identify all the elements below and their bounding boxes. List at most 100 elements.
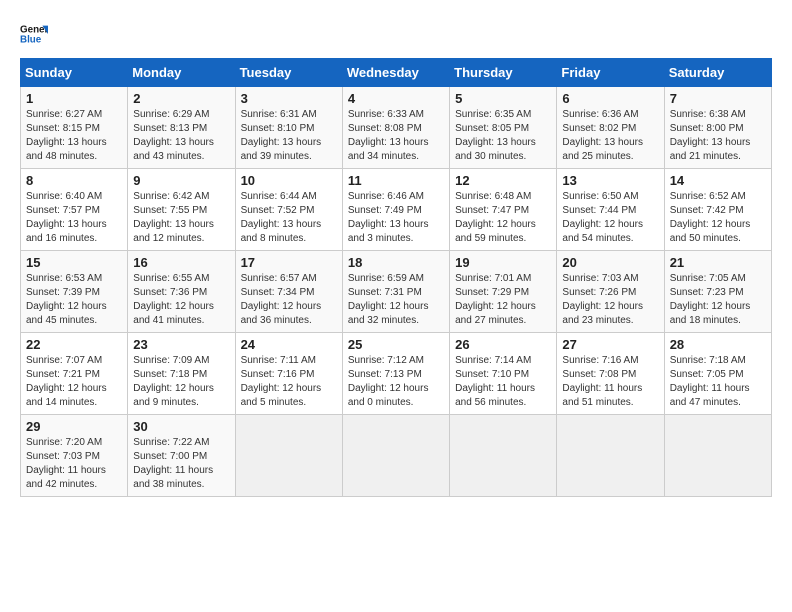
calendar-cell: 12 Sunrise: 6:48 AMSunset: 7:47 PMDayligh… (450, 169, 557, 251)
calendar-cell: 30 Sunrise: 7:22 AMSunset: 7:00 PMDayligh… (128, 415, 235, 497)
day-number: 14 (670, 173, 766, 188)
weekday-header-tuesday: Tuesday (235, 59, 342, 87)
calendar-cell: 24 Sunrise: 7:11 AMSunset: 7:16 PMDayligh… (235, 333, 342, 415)
day-info: Sunrise: 7:09 AMSunset: 7:18 PMDaylight:… (133, 354, 229, 410)
day-info: Sunrise: 6:52 AMSunset: 7:42 PMDaylight:… (670, 190, 766, 246)
logo: General Blue (20, 20, 52, 48)
day-info: Sunrise: 7:03 AMSunset: 7:26 PMDaylight:… (562, 272, 658, 328)
weekday-header-friday: Friday (557, 59, 664, 87)
calendar-cell: 22 Sunrise: 7:07 AMSunset: 7:21 PMDayligh… (21, 333, 128, 415)
day-info: Sunrise: 6:31 AMSunset: 8:10 PMDaylight:… (241, 108, 337, 164)
calendar-cell: 21 Sunrise: 7:05 AMSunset: 7:23 PMDayligh… (664, 251, 771, 333)
calendar-cell (342, 415, 449, 497)
calendar-week-3: 15 Sunrise: 6:53 AMSunset: 7:39 PMDayligh… (21, 251, 772, 333)
day-info: Sunrise: 6:55 AMSunset: 7:36 PMDaylight:… (133, 272, 229, 328)
day-info: Sunrise: 7:12 AMSunset: 7:13 PMDaylight:… (348, 354, 444, 410)
svg-text:Blue: Blue (20, 34, 42, 45)
day-info: Sunrise: 7:20 AMSunset: 7:03 PMDaylight:… (26, 436, 122, 492)
calendar-cell: 29 Sunrise: 7:20 AMSunset: 7:03 PMDayligh… (21, 415, 128, 497)
calendar-cell: 26Sunrise: 7:14 AMSunset: 7:10 PMDayligh… (450, 333, 557, 415)
day-number: 18 (348, 255, 444, 270)
day-info: Sunrise: 6:38 AMSunset: 8:00 PMDaylight:… (670, 108, 766, 164)
weekday-header-monday: Monday (128, 59, 235, 87)
day-number: 17 (241, 255, 337, 270)
day-number: 25 (348, 337, 444, 352)
day-number: 24 (241, 337, 337, 352)
day-number: 12 (455, 173, 551, 188)
day-info: Sunrise: 7:11 AMSunset: 7:16 PMDaylight:… (241, 354, 337, 410)
calendar-cell: 28 Sunrise: 7:18 AMSunset: 7:05 PMDayligh… (664, 333, 771, 415)
calendar-cell (557, 415, 664, 497)
calendar-cell: 3 Sunrise: 6:31 AMSunset: 8:10 PMDaylight… (235, 87, 342, 169)
day-number: 3 (241, 91, 337, 106)
calendar-cell: 20 Sunrise: 7:03 AMSunset: 7:26 PMDayligh… (557, 251, 664, 333)
calendar-cell: 14 Sunrise: 6:52 AMSunset: 7:42 PMDayligh… (664, 169, 771, 251)
day-number: 21 (670, 255, 766, 270)
logo-icon: General Blue (20, 20, 48, 48)
calendar-table: SundayMondayTuesdayWednesdayThursdayFrid… (20, 58, 772, 497)
calendar-cell: 6 Sunrise: 6:36 AMSunset: 8:02 PMDaylight… (557, 87, 664, 169)
day-number: 8 (26, 173, 122, 188)
day-info: Sunrise: 7:16 AMSunset: 7:08 PMDaylight:… (562, 354, 658, 410)
calendar-cell: 17 Sunrise: 6:57 AMSunset: 7:34 PMDayligh… (235, 251, 342, 333)
day-number: 2 (133, 91, 229, 106)
day-number: 5 (455, 91, 551, 106)
day-info: Sunrise: 6:46 AMSunset: 7:49 PMDaylight:… (348, 190, 444, 246)
calendar-week-2: 8Sunrise: 6:40 AMSunset: 7:57 PMDaylight… (21, 169, 772, 251)
day-info: Sunrise: 6:50 AMSunset: 7:44 PMDaylight:… (562, 190, 658, 246)
day-number: 30 (133, 419, 229, 434)
calendar-cell (450, 415, 557, 497)
day-info: Sunrise: 6:44 AMSunset: 7:52 PMDaylight:… (241, 190, 337, 246)
day-number: 13 (562, 173, 658, 188)
calendar-week-4: 22 Sunrise: 7:07 AMSunset: 7:21 PMDayligh… (21, 333, 772, 415)
day-info: Sunrise: 6:48 AMSunset: 7:47 PMDaylight:… (455, 190, 551, 246)
day-number: 27 (562, 337, 658, 352)
weekday-header-thursday: Thursday (450, 59, 557, 87)
day-number: 7 (670, 91, 766, 106)
day-number: 29 (26, 419, 122, 434)
day-info: Sunrise: 7:07 AMSunset: 7:21 PMDaylight:… (26, 354, 122, 410)
calendar-cell: 5Sunrise: 6:35 AMSunset: 8:05 PMDaylight… (450, 87, 557, 169)
day-info: Sunrise: 6:33 AMSunset: 8:08 PMDaylight:… (348, 108, 444, 164)
day-info: Sunrise: 6:27 AMSunset: 8:15 PMDaylight:… (26, 108, 122, 164)
calendar-cell: 2 Sunrise: 6:29 AMSunset: 8:13 PMDaylight… (128, 87, 235, 169)
page-header: General Blue (20, 20, 772, 48)
day-number: 19 (455, 255, 551, 270)
calendar-cell: 25 Sunrise: 7:12 AMSunset: 7:13 PMDayligh… (342, 333, 449, 415)
day-info: Sunrise: 6:42 AMSunset: 7:55 PMDaylight:… (133, 190, 229, 246)
calendar-week-5: 29 Sunrise: 7:20 AMSunset: 7:03 PMDayligh… (21, 415, 772, 497)
calendar-cell: 1Sunrise: 6:27 AMSunset: 8:15 PMDaylight… (21, 87, 128, 169)
day-info: Sunrise: 6:29 AMSunset: 8:13 PMDaylight:… (133, 108, 229, 164)
day-info: Sunrise: 6:53 AMSunset: 7:39 PMDaylight:… (26, 272, 122, 328)
day-number: 22 (26, 337, 122, 352)
calendar-cell: 9 Sunrise: 6:42 AMSunset: 7:55 PMDaylight… (128, 169, 235, 251)
day-info: Sunrise: 6:59 AMSunset: 7:31 PMDaylight:… (348, 272, 444, 328)
day-number: 20 (562, 255, 658, 270)
day-number: 15 (26, 255, 122, 270)
calendar-cell: 23Sunrise: 7:09 AMSunset: 7:18 PMDayligh… (128, 333, 235, 415)
calendar-cell: 15 Sunrise: 6:53 AMSunset: 7:39 PMDayligh… (21, 251, 128, 333)
calendar-cell: 18 Sunrise: 6:59 AMSunset: 7:31 PMDayligh… (342, 251, 449, 333)
calendar-cell: 13 Sunrise: 6:50 AMSunset: 7:44 PMDayligh… (557, 169, 664, 251)
calendar-cell: 19 Sunrise: 7:01 AMSunset: 7:29 PMDayligh… (450, 251, 557, 333)
weekday-header-sunday: Sunday (21, 59, 128, 87)
weekday-header-saturday: Saturday (664, 59, 771, 87)
day-info: Sunrise: 7:22 AMSunset: 7:00 PMDaylight:… (133, 436, 229, 492)
calendar-cell: 11 Sunrise: 6:46 AMSunset: 7:49 PMDayligh… (342, 169, 449, 251)
calendar-cell: 7 Sunrise: 6:38 AMSunset: 8:00 PMDaylight… (664, 87, 771, 169)
calendar-week-1: 1Sunrise: 6:27 AMSunset: 8:15 PMDaylight… (21, 87, 772, 169)
day-number: 6 (562, 91, 658, 106)
day-info: Sunrise: 7:18 AMSunset: 7:05 PMDaylight:… (670, 354, 766, 410)
day-number: 28 (670, 337, 766, 352)
day-info: Sunrise: 7:05 AMSunset: 7:23 PMDaylight:… (670, 272, 766, 328)
day-number: 4 (348, 91, 444, 106)
weekday-header-wednesday: Wednesday (342, 59, 449, 87)
calendar-cell: 8Sunrise: 6:40 AMSunset: 7:57 PMDaylight… (21, 169, 128, 251)
day-info: Sunrise: 6:36 AMSunset: 8:02 PMDaylight:… (562, 108, 658, 164)
day-number: 9 (133, 173, 229, 188)
day-info: Sunrise: 6:57 AMSunset: 7:34 PMDaylight:… (241, 272, 337, 328)
day-number: 11 (348, 173, 444, 188)
day-info: Sunrise: 7:01 AMSunset: 7:29 PMDaylight:… (455, 272, 551, 328)
day-info: Sunrise: 7:14 AMSunset: 7:10 PMDaylight:… (455, 354, 551, 410)
calendar-cell (235, 415, 342, 497)
